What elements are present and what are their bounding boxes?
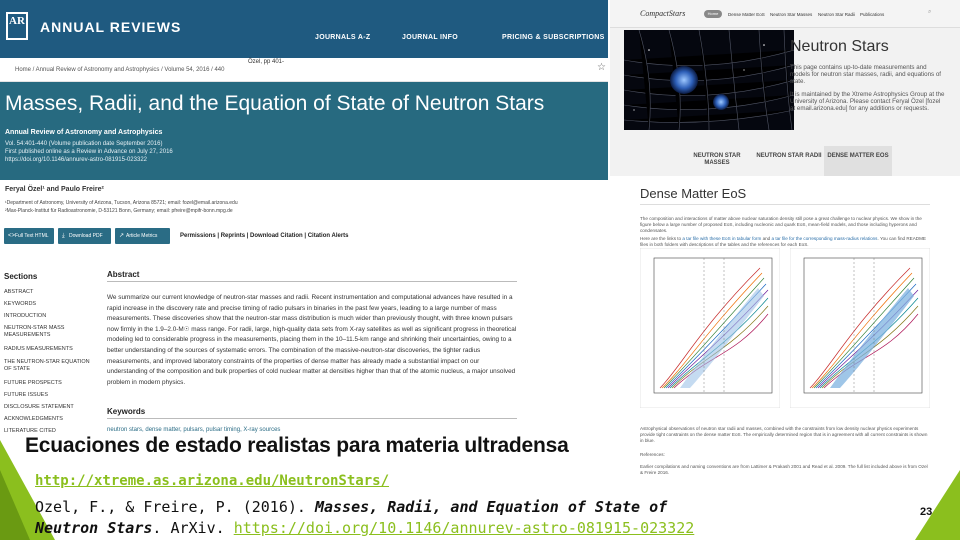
authors: Feryal Özel¹ and Paulo Freire² — [5, 186, 104, 193]
doi-link[interactable]: https://doi.org/10.1146/annurev-astro-08… — [234, 519, 695, 537]
article-hero: Masses, Radii, and the Equation of State… — [0, 82, 608, 180]
nav-ns-radii[interactable]: Neutron Star Radii — [818, 12, 855, 17]
slide-title: Ecuaciones de estado realistas para mate… — [25, 434, 569, 457]
download-pdf-button[interactable]: ⤓ Download PDF — [58, 228, 111, 244]
article-title: Masses, Radii, and the Equation of State… — [5, 92, 545, 115]
page-title: Neutron Stars — [790, 38, 889, 55]
section-eos[interactable]: THE NEUTRON-STAR EQUATION OF STATE — [4, 359, 96, 373]
figure-caption: Astrophysical observations of neutron st… — [640, 426, 928, 443]
sections-title: Sections — [4, 272, 38, 281]
eos-paragraph: The composition and interactions of matt… — [640, 216, 922, 233]
publish-date: First published online as a Review in Ad… — [5, 149, 173, 155]
doi-link[interactable]: https://doi.org/10.1146/annurev-astro-08… — [5, 157, 147, 163]
eos-plot-right — [790, 248, 930, 408]
ar-logo[interactable]: AR — [6, 12, 28, 40]
section-introduction[interactable]: INTRODUCTION — [4, 313, 96, 320]
website-link[interactable]: http://xtreme.as.arizona.edu/NeutronStar… — [35, 473, 389, 489]
intro-text: This page contains up-to-date measuremen… — [790, 64, 941, 85]
references-title: References: — [640, 452, 665, 457]
citation-title: Masses, Radii, and Equation of State of — [314, 498, 668, 516]
references-text: Earlier compilations and naming conventi… — [640, 464, 928, 475]
nav-pricing[interactable]: PRICING & SUBSCRIPTIONS — [502, 34, 605, 41]
full-text-label: Full Text HTML — [15, 233, 49, 239]
compactstars-logo[interactable]: CompactStars — [640, 9, 685, 18]
article-metrics-label: Article Metrics — [126, 233, 158, 239]
links-text: and — [761, 236, 772, 241]
section-future-prospects[interactable]: FUTURE PROSPECTS — [4, 380, 96, 387]
annual-reviews-page: AR ANNUAL REVIEWS JOURNALS A-Z JOURNAL I… — [0, 0, 608, 470]
links-text: Here are the links to — [640, 236, 683, 241]
star-icon[interactable]: ☆ — [597, 62, 606, 73]
section-future-issues[interactable]: FUTURE ISSUES — [4, 392, 96, 399]
nav-journals[interactable]: JOURNALS A-Z — [315, 34, 370, 41]
section-title: Dense Matter EoS — [640, 186, 747, 201]
eos-plot-left — [640, 248, 780, 408]
slide: AR ANNUAL REVIEWS JOURNALS A-Z JOURNAL I… — [0, 0, 960, 540]
article-tools[interactable]: Permissions | Reprints | Download Citati… — [180, 233, 349, 239]
citation-short: Özel, pp 401- — [248, 59, 285, 65]
cs-header: CompactStars Home Dense Matter EoS Neutr… — [610, 0, 960, 28]
eos-tar-link[interactable]: a tar file with these EoS in tabular for… — [682, 236, 761, 241]
tab-bar: NEUTRON STAR MASSES NEUTRON STAR RADII D… — [610, 146, 960, 176]
tab-radii[interactable]: NEUTRON STAR RADII — [754, 146, 824, 176]
citation-line-1: Ozel, F., & Freire, P. (2016). Masses, R… — [35, 498, 667, 516]
search-icon[interactable]: ⌕ — [928, 9, 931, 16]
download-icon: ⤓ — [62, 233, 65, 239]
full-text-button[interactable]: <>Full Text HTML — [4, 228, 54, 244]
citation-source: . ArXiv. — [152, 519, 234, 537]
citation-authors: Ozel, F., & Freire, P. (2016). — [35, 498, 315, 516]
section-mass-measurements[interactable]: NEUTRON-STAR MASS MEASUREMENTS — [4, 325, 96, 339]
breadcrumb[interactable]: Home / Annual Review of Astronomy and As… — [15, 67, 224, 73]
nav-journal-info[interactable]: JOURNAL INFO — [402, 34, 458, 41]
divider — [107, 281, 517, 282]
ar-header: AR ANNUAL REVIEWS JOURNALS A-Z JOURNAL I… — [0, 0, 608, 58]
tab-dense-matter[interactable]: DENSE MATTER EOS — [824, 146, 892, 176]
divider — [640, 204, 930, 205]
affiliation-1: ¹Department of Astronomy, University of … — [5, 200, 238, 206]
nav-ns-masses[interactable]: Neutron Star Masses — [770, 12, 812, 17]
tab-masses[interactable]: NEUTRON STAR MASSES — [682, 146, 752, 176]
article-metrics-button[interactable]: ↗ Article Metrics — [115, 228, 170, 244]
ar-brand[interactable]: ANNUAL REVIEWS — [40, 19, 181, 35]
links-paragraph: Here are the links to a tar file with th… — [640, 236, 930, 248]
divider — [107, 418, 517, 419]
compactstars-page: CompactStars Home Dense Matter EoS Neutr… — [610, 0, 960, 500]
volume-info: Vol. 54:401-440 (Volume publication date… — [5, 141, 163, 147]
affiliation-2: ²Max-Planck-Institut für Radioastronomie… — [5, 208, 233, 214]
maintainer-text: It is maintained by the Xtreme Astrophys… — [790, 91, 945, 112]
abstract-title: Abstract — [107, 270, 140, 279]
breadcrumb-bar: Özel, pp 401- Home / Annual Review of As… — [0, 58, 608, 82]
neutron-star-icon — [713, 94, 729, 110]
neutron-star-icon — [670, 66, 698, 94]
section-keywords[interactable]: KEYWORDS — [4, 301, 96, 308]
dense-matter-section: Dense Matter EoS The composition and int… — [610, 176, 960, 500]
article-actions: <>Full Text HTML ⤓ Download PDF ↗ Article … — [0, 228, 608, 246]
journal-name: Annual Review of Astronomy and Astrophys… — [5, 129, 163, 136]
citation-line-2: Neutron Stars. ArXiv. https://doi.org/10… — [35, 519, 694, 537]
page-number: 23 — [920, 506, 933, 518]
nav-publications[interactable]: Publications — [860, 12, 884, 17]
keywords-title: Keywords — [107, 407, 146, 416]
abstract-text: We summarize our current knowledge of ne… — [107, 294, 517, 386]
nav-dense-matter[interactable]: Dense Matter EoS — [728, 12, 765, 17]
neutron-star-image — [624, 30, 794, 130]
mr-tar-link[interactable]: a tar file for the corresponding mass-ra… — [772, 236, 878, 241]
section-radius-measurements[interactable]: RADIUS MEASUREMENTS — [4, 346, 96, 353]
chart-icon: ↗ — [119, 233, 125, 239]
keywords-list[interactable]: neutron stars, dense matter, pulsars, pu… — [107, 427, 280, 433]
home-button[interactable]: Home — [704, 10, 722, 18]
citation-title: Neutron Stars — [35, 519, 153, 537]
section-acknowledgments[interactable]: ACKNOWLEDGMENTS — [4, 416, 96, 423]
section-disclosure[interactable]: DISCLOSURE STATEMENT — [4, 404, 96, 411]
code-icon: <> — [8, 233, 16, 239]
download-pdf-label: Download PDF — [69, 233, 103, 239]
section-abstract[interactable]: ABSTRACT — [4, 289, 96, 296]
